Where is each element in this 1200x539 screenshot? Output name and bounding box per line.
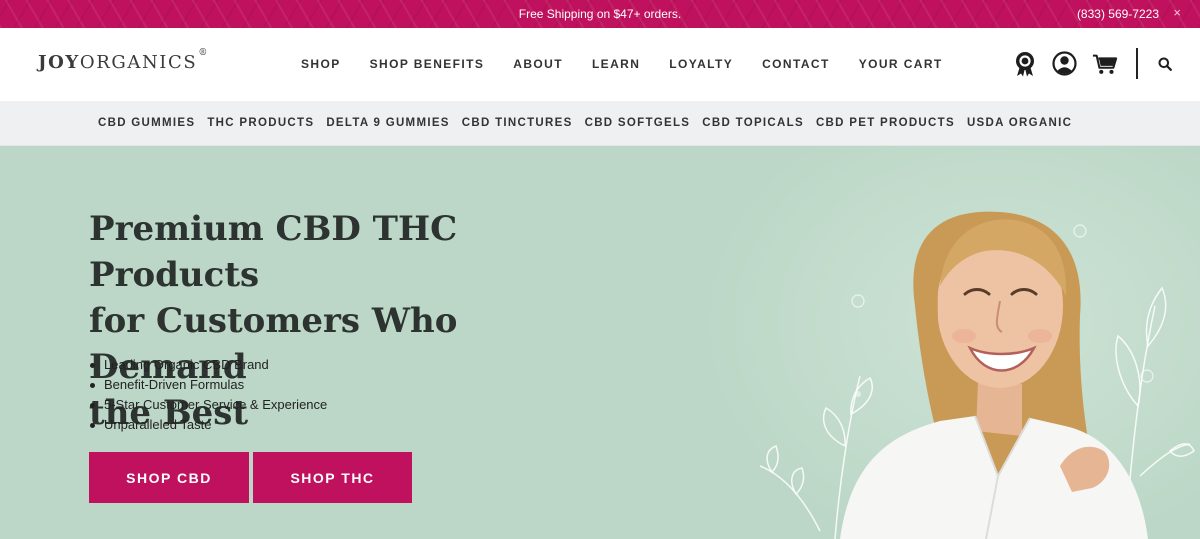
- logo-word-organics: ORGANICS: [79, 52, 198, 73]
- category-cbd-softgels[interactable]: CBD SOFTGELS: [585, 117, 691, 129]
- category-cbd-gummies[interactable]: CBD GUMMIES: [98, 117, 195, 129]
- main-nav: SHOP SHOP BENEFITS ABOUT LEARN LOYALTY C…: [301, 57, 972, 71]
- shop-thc-button[interactable]: SHOP THC: [253, 452, 412, 503]
- category-cbd-pet-products[interactable]: CBD PET PRODUCTS: [816, 117, 955, 129]
- account-icon[interactable]: [1051, 51, 1077, 77]
- free-shipping-message: Free Shipping on $47+ orders.: [518, 7, 682, 21]
- benefit-item: 5-Star Customer Service & Experience: [89, 395, 327, 415]
- benefit-item: Leading Organic CBD Brand: [89, 355, 327, 375]
- category-thc-products[interactable]: THC PRODUCTS: [207, 117, 314, 129]
- search-icon[interactable]: [1152, 51, 1178, 77]
- shop-cbd-button[interactable]: SHOP CBD: [89, 452, 249, 503]
- header-divider: [1136, 48, 1138, 79]
- nav-item-learn[interactable]: LEARN: [592, 57, 640, 71]
- category-cbd-tinctures[interactable]: CBD TINCTURES: [462, 117, 573, 129]
- registered-mark: ®: [198, 48, 208, 58]
- site-logo[interactable]: JOYORGANICS®: [38, 48, 207, 73]
- cart-icon[interactable]: [1092, 51, 1118, 77]
- hero-title-line-1: Premium CBD THC Products: [89, 209, 458, 295]
- category-usda-organic[interactable]: USDA ORGANIC: [967, 117, 1072, 129]
- nav-item-shop[interactable]: SHOP: [301, 57, 341, 71]
- benefits-list: Leading Organic CBD Brand Benefit-Driven…: [89, 355, 327, 435]
- hero-woman-image: [700, 146, 1200, 539]
- category-cbd-topicals[interactable]: CBD TOPICALS: [702, 117, 804, 129]
- nav-item-shop-benefits[interactable]: SHOP BENEFITS: [370, 57, 485, 71]
- nav-item-contact[interactable]: CONTACT: [762, 57, 830, 71]
- rewards-badge-icon[interactable]: [1012, 51, 1038, 77]
- header-icons: [1012, 48, 1178, 79]
- hero-section: Premium CBD THC Products for Customers W…: [0, 146, 1200, 539]
- nav-item-loyalty[interactable]: LOYALTY: [669, 57, 733, 71]
- category-delta-9-gummies[interactable]: DELTA 9 GUMMIES: [326, 117, 449, 129]
- nav-item-your-cart[interactable]: YOUR CART: [859, 57, 943, 71]
- close-icon[interactable]: ×: [1173, 5, 1181, 20]
- announcement-bar: Free Shipping on $47+ orders. (833) 569-…: [0, 0, 1200, 28]
- category-bar: CBD GUMMIES THC PRODUCTS DELTA 9 GUMMIES…: [0, 101, 1200, 146]
- nav-item-about[interactable]: ABOUT: [513, 57, 563, 71]
- logo-word-joy: JOY: [38, 52, 80, 73]
- phone-number-link[interactable]: (833) 569-7223: [1077, 7, 1159, 21]
- site-header: JOYORGANICS® SHOP SHOP BENEFITS ABOUT LE…: [0, 28, 1200, 101]
- benefit-item: Benefit-Driven Formulas: [89, 375, 327, 395]
- benefit-item: Unparalleled Taste: [89, 415, 327, 435]
